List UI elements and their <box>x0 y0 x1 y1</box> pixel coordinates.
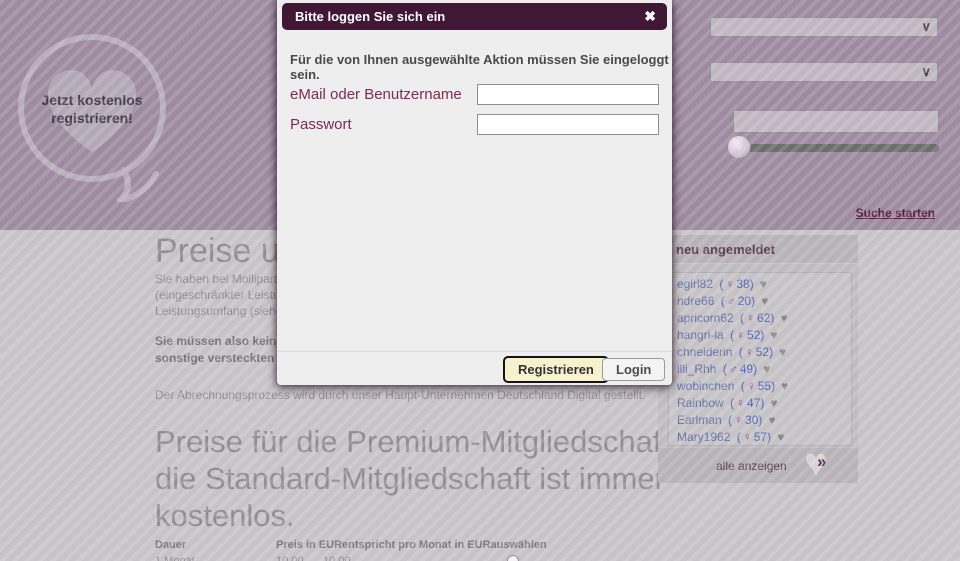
favorite-heart-icon[interactable]: ♥ <box>761 294 768 308</box>
modal-header: Bitte loggen Sie sich ein ✖ <box>282 3 667 30</box>
gender-icon: ♀ <box>747 379 756 393</box>
range-slider-handle[interactable]: ♥ <box>727 135 751 159</box>
heart-icon: ♥ <box>735 140 742 154</box>
col-auswaehlen: auswählen <box>491 539 547 551</box>
show-all-link[interactable]: alle anzeigen <box>716 459 787 473</box>
register-cta-bubble[interactable]: Jetzt kostenlos registrieren! <box>8 26 184 202</box>
user-link[interactable]: apricorn62 <box>677 311 734 325</box>
gender-icon: ♀ <box>745 345 754 359</box>
col-pro-monat: entspricht pro Monat in EUR <box>342 539 491 551</box>
user-list: egirl82 (♀38)♥ ndre66 (♂20)♥ apricorn62 … <box>668 272 852 446</box>
list-item: ndre66 (♂20)♥ <box>677 294 851 311</box>
user-link[interactable]: illi_Rhh <box>677 362 716 376</box>
user-link[interactable]: Mary1962 <box>677 430 730 444</box>
price-cell: 10.00 <box>276 555 323 561</box>
new-members-panel: neu angemeldet egirl82 (♀38)♥ ndre66 (♂2… <box>658 235 858 483</box>
logo-text-line1: Jetzt kostenlos <box>41 92 142 108</box>
login-modal: Bitte loggen Sie sich ein ✖ Für die von … <box>277 0 672 385</box>
modal-info-text: Für die von Ihnen ausgewählte Aktion müs… <box>290 52 672 82</box>
password-label: Passwort <box>290 116 352 133</box>
bold-paragraph: Sie müssen also kein sonstige versteckte… <box>155 333 276 367</box>
panel-footer: alle anzeigen ♥ » <box>658 448 858 483</box>
password-field[interactable] <box>477 114 659 135</box>
gender-icon: ♀ <box>743 430 752 444</box>
favorite-heart-icon[interactable]: ♥ <box>768 413 775 427</box>
gender-icon: ♀ <box>725 277 734 291</box>
pricing-title-line: kostenlos. <box>155 497 679 534</box>
pricing-title-line: Preise für die Premium-Mitgliedschaft, <box>155 423 679 460</box>
double-arrow-icon: » <box>817 452 826 472</box>
list-item: illi_Rhh (♂49)♥ <box>677 362 851 379</box>
intro-line: Leistungsumfang (siehe <box>155 303 294 319</box>
gender-icon: ♀ <box>734 413 743 427</box>
gender-icon: ♂ <box>727 294 736 308</box>
favorite-heart-icon[interactable]: ♥ <box>780 311 787 325</box>
email-field[interactable] <box>477 84 659 105</box>
user-link[interactable]: Rainbow <box>677 396 724 410</box>
user-link[interactable]: chneiderin <box>677 345 732 359</box>
gender-icon: ♂ <box>729 362 738 376</box>
user-link[interactable]: egirl82 <box>677 277 713 291</box>
bold-line: sonstige versteckten <box>155 350 276 367</box>
favorite-heart-icon[interactable]: ♥ <box>763 362 770 376</box>
duration-cell: 1 Monat <box>155 555 276 561</box>
col-preis: Preis in EUR <box>276 539 342 551</box>
email-label: eMail oder Benutzername <box>290 86 462 103</box>
list-item: Rainbow (♀47)♥ <box>677 396 851 413</box>
page: Jetzt kostenlos registrieren! ∨ ∨ ♥ Such… <box>0 0 960 561</box>
favorite-heart-icon[interactable]: ♥ <box>770 396 777 410</box>
register-button[interactable]: Registrieren <box>503 356 609 383</box>
user-link[interactable]: Earlman <box>677 413 722 427</box>
intro-line: (eingeschränkter Leistun <box>155 287 294 303</box>
panel-title: neu angemeldet <box>658 235 858 257</box>
favorite-heart-icon[interactable]: ♥ <box>781 379 788 393</box>
favorite-heart-icon[interactable]: ♥ <box>779 345 786 359</box>
user-link[interactable]: ndre66 <box>677 294 714 308</box>
pricing-row: 1 Monat10.0010.00 <box>155 555 351 561</box>
show-all-button[interactable]: ♥ » <box>804 440 850 486</box>
list-item: egirl82 (♀38)♥ <box>677 277 851 294</box>
logo-text-line2: registrieren! <box>51 110 133 126</box>
chevron-down-icon: ∨ <box>921 64 931 80</box>
bold-line: Sie müssen also kein <box>155 333 276 350</box>
search-keyword-input[interactable] <box>733 110 939 133</box>
pricing-title: Preise für die Premium-Mitgliedschaft, d… <box>155 423 679 534</box>
chevron-down-icon: ∨ <box>921 19 931 35</box>
list-item: chneiderin (♀52)♥ <box>677 345 851 362</box>
speech-bubble-heart-icon: Jetzt kostenlos registrieren! <box>8 26 184 202</box>
panel-header: neu angemeldet <box>658 235 858 264</box>
pricing-table-header: DauerPreis in EURentspricht pro Monat in… <box>155 539 547 551</box>
favorite-heart-icon[interactable]: ♥ <box>770 328 777 342</box>
intro-paragraph: Sie haben bei Mollipartner (eingeschränk… <box>155 271 294 319</box>
search-select-1[interactable]: ∨ <box>710 17 938 37</box>
gender-icon: ♀ <box>746 311 755 325</box>
search-select-2[interactable]: ∨ <box>710 62 938 82</box>
favorite-heart-icon[interactable]: ♥ <box>777 430 784 444</box>
intro-line: Sie haben bei Mollipartner <box>155 271 294 287</box>
list-item: apricorn62 (♀62)♥ <box>677 311 851 328</box>
col-dauer: Dauer <box>155 539 276 551</box>
user-link[interactable]: hangri-la <box>677 328 724 342</box>
plan-select-radio[interactable] <box>507 555 519 561</box>
modal-footer-divider <box>277 351 672 352</box>
gender-icon: ♀ <box>736 396 745 410</box>
close-icon[interactable]: ✖ <box>644 8 656 25</box>
login-button[interactable]: Login <box>602 358 665 381</box>
modal-title: Bitte loggen Sie sich ein <box>295 9 445 24</box>
list-item: Earlman (♀30)♥ <box>677 413 851 430</box>
billing-note: Der Abrechnungsprozess wird durch unser … <box>155 388 645 402</box>
list-item: wobinchen (♀55)♥ <box>677 379 851 396</box>
list-item: hangri-la (♀52)♥ <box>677 328 851 345</box>
gender-icon: ♀ <box>736 328 745 342</box>
range-slider-track[interactable] <box>733 144 939 152</box>
start-search-link[interactable]: Suche starten <box>856 206 935 220</box>
per-month-cell: 10.00 <box>323 555 351 561</box>
pricing-title-line: die Standard-Mitgliedschaft ist immer <box>155 460 679 497</box>
favorite-heart-icon[interactable]: ♥ <box>760 277 767 291</box>
user-link[interactable]: wobinchen <box>677 379 734 393</box>
